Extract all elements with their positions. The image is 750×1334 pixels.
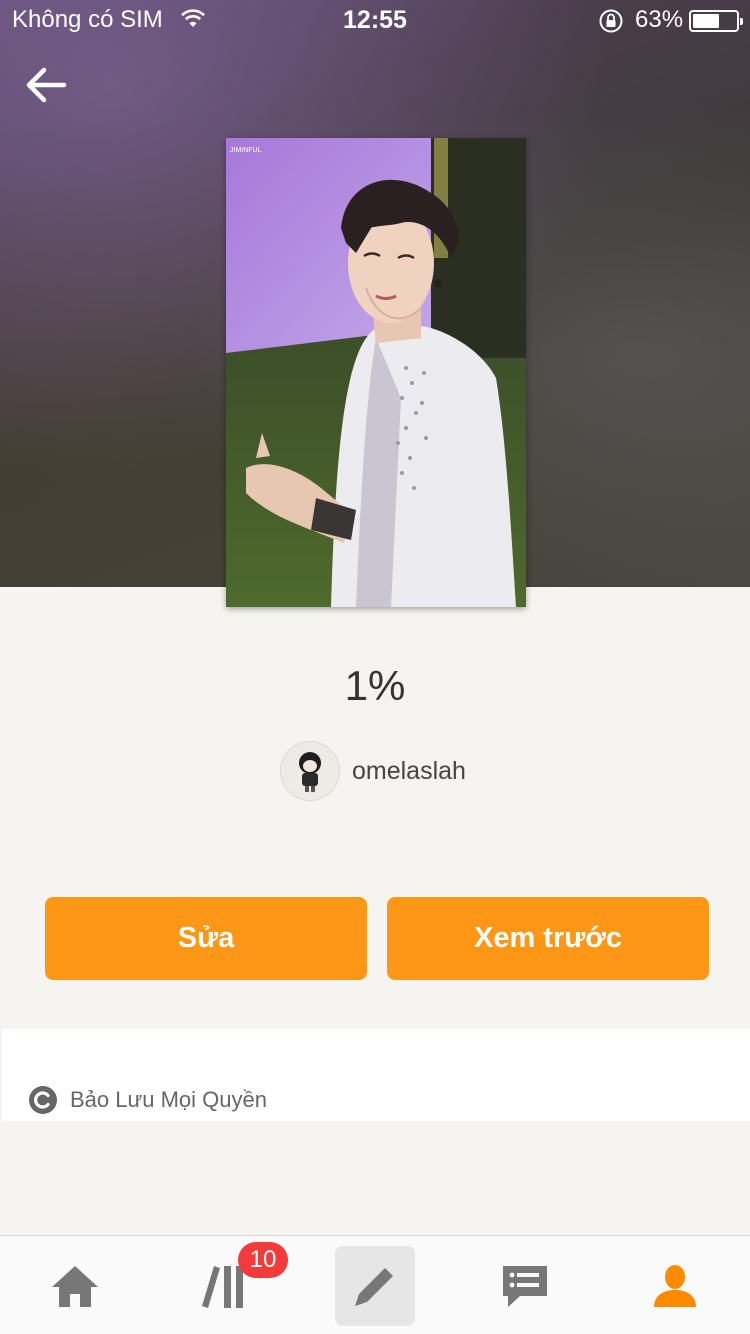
battery-fill [693,14,719,28]
reading-progress: 1% [344,662,406,709]
tab-write[interactable] [300,1236,450,1334]
preview-button[interactable]: Xem trước [387,897,709,980]
edit-button[interactable]: Sửa [45,897,367,980]
status-bar: Không có SIM 12:55 63% [0,0,750,40]
write-tab-highlight [335,1245,415,1326]
copyright-panel: Bảo Lưu Mọi Quyền [2,1029,750,1121]
tab-messages[interactable] [450,1236,600,1334]
cover-image: JIMINFUL [226,138,526,607]
rotation-lock-icon [598,8,624,41]
arrow-left-icon [26,67,67,103]
author-name[interactable]: omelaslah [352,757,466,786]
tab-profile[interactable] [600,1236,750,1334]
home-icon [52,1265,98,1307]
tab-home[interactable] [0,1236,150,1334]
avatar-image [299,752,321,792]
tab-bar [0,1235,750,1334]
copyright-label: Bảo Lưu Mọi Quyền [70,1087,267,1112]
copyright-row[interactable]: Bảo Lưu Mọi Quyền [28,1085,267,1115]
battery-percent: 63% [635,6,684,33]
back-button[interactable] [20,60,72,110]
battery-icon [689,10,743,32]
copyright-icon [29,1086,57,1114]
avatar[interactable] [280,741,340,801]
watermark-logo: JIMINFUL [230,147,262,154]
story-cover[interactable]: JIMINFUL [226,138,526,607]
battery-nub [740,18,743,25]
person-icon [654,1264,696,1307]
pencil-icon [355,1267,393,1306]
author-row[interactable]: omelaslah [280,741,466,801]
library-badge: 10 [238,1242,288,1278]
chat-icon [503,1265,547,1307]
